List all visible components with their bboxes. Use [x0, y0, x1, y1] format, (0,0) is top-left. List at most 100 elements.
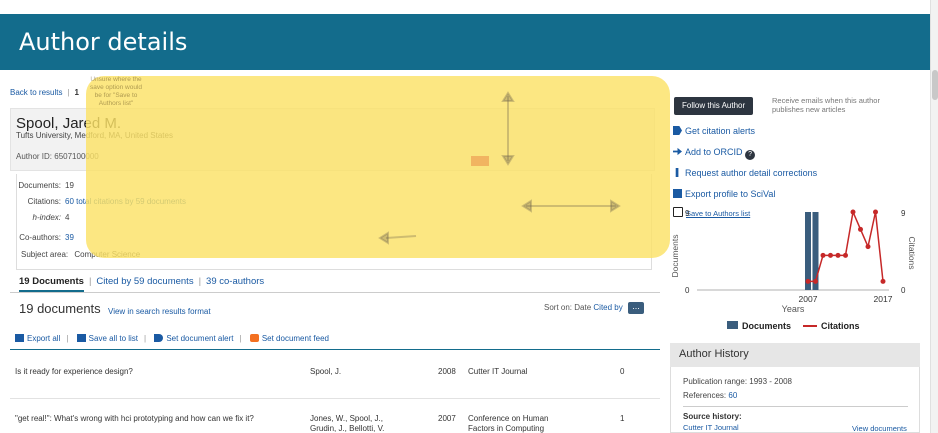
follow-author-button[interactable]: Follow this Author [674, 97, 754, 115]
divider [10, 349, 660, 350]
document-authors[interactable]: Jones, W., Spool, J., [310, 414, 383, 423]
page-header: Author details [0, 14, 930, 70]
point-citations-2017 [880, 278, 886, 284]
document-authors[interactable]: Spool, J. [310, 367, 341, 376]
follow-description: Receive emails when this author publishe… [772, 96, 880, 114]
source-history-label: Source history: [683, 412, 742, 421]
point-citations-2007 [805, 278, 811, 284]
result-index: 1 [74, 88, 79, 97]
alert-tag-icon [154, 334, 164, 342]
sort-cited-by[interactable]: Cited by [593, 303, 622, 312]
tag-icon [673, 126, 682, 135]
scrollbar-thumb[interactable] [932, 70, 938, 100]
document-source[interactable]: Cutter IT Journal [468, 367, 527, 376]
x-axis-label: Years [782, 304, 805, 314]
bar-documents-2008 [812, 212, 819, 290]
arrow-head [378, 231, 389, 245]
view-in-search-results-link[interactable]: View in search results format [108, 307, 211, 316]
point-citations-2008 [813, 278, 818, 284]
point-citations-2014 [858, 226, 863, 232]
add-to-orcid-link[interactable]: Add to ORCID ? [673, 147, 756, 160]
sort-date[interactable]: Date [574, 303, 591, 312]
sort-more-button[interactable]: ... [627, 302, 644, 314]
documents-count: 19 documents [19, 301, 101, 316]
document-actions: Export all | Save all to list | Set docume… [15, 334, 335, 343]
chart-legend: Documents Citations [727, 321, 860, 331]
hindex-value: 4 [65, 213, 70, 222]
pen-icon [675, 168, 679, 177]
legend-documents: Documents [742, 321, 792, 331]
export-icon [15, 334, 24, 342]
author-tabs: 19 Documents | Cited by 59 documents | 39 co… [19, 276, 264, 292]
publication-range: Publication range: 1993 - 2008 [683, 377, 792, 386]
view-documents-link[interactable]: View documents [852, 424, 907, 433]
y-tick-right-top: 9 [901, 209, 906, 218]
export-all-link[interactable]: Export all [27, 334, 60, 343]
x-tick-2017: 2017 [874, 294, 893, 304]
divider [10, 292, 660, 293]
sort-control: Sort on: Date Cited by ... [544, 302, 644, 314]
point-citations-2011 [835, 252, 841, 258]
annotation-overlay: Unsure where the save option would be fo… [86, 76, 670, 258]
get-citation-alerts-link[interactable]: Get citation alerts [673, 126, 755, 136]
request-corrections-link[interactable]: Request author detail corrections [673, 168, 817, 178]
references-count: References: 60 [683, 391, 738, 400]
export-to-scival-link[interactable]: Export profile to SciVal [673, 189, 775, 199]
back-to-results-link[interactable]: Back to results [10, 88, 62, 97]
legend-swatch-citations [803, 325, 818, 327]
scival-icon [673, 189, 682, 198]
point-citations-2015 [865, 244, 871, 250]
breadcrumb: Back to results | 1 [10, 88, 79, 97]
bar-documents-2007 [805, 212, 811, 290]
document-title[interactable]: Is it ready for experience design? [15, 367, 133, 376]
annotation-arrows [378, 91, 621, 245]
document-authors-cont[interactable]: Grudin, J., Bellotti, V. [310, 424, 384, 433]
document-cites: 0 [620, 367, 625, 376]
references-link[interactable]: 60 [728, 391, 737, 400]
rss-icon [249, 334, 259, 342]
set-document-feed-link[interactable]: Set document feed [262, 334, 329, 343]
coauthors-value[interactable]: 39 [65, 233, 74, 242]
document-year: 2008 [438, 367, 456, 376]
arrow-head [521, 199, 532, 213]
hindex-metric: h-index: 4 [32, 213, 70, 222]
document-year: 2007 [438, 414, 456, 423]
document-cites: 1 [620, 414, 625, 423]
divider [10, 398, 660, 399]
sort-label: Sort on: [544, 303, 573, 313]
scrollbar[interactable] [930, 0, 938, 433]
source-journal-link[interactable]: Cutter IT Journal [683, 423, 739, 432]
point-citations-2013 [850, 209, 856, 215]
arrow-head [501, 155, 515, 166]
arrow-icon [673, 147, 682, 156]
point-citations-2010 [828, 252, 833, 258]
document-source[interactable]: Conference on Human [468, 414, 549, 423]
y-tick-left-bottom: 0 [685, 286, 690, 295]
point-citations-2009 [820, 252, 826, 258]
arrow-head [501, 91, 515, 102]
save-icon [76, 334, 86, 342]
chart-plot-area: 9 0 9 0 2007 2017 Years Documents Citations [671, 209, 917, 314]
tab-documents[interactable]: 19 Documents [19, 276, 84, 292]
divider [683, 406, 908, 407]
save-all-to-list-link[interactable]: Save all to list [89, 334, 138, 343]
page-title: Author details [19, 28, 188, 56]
y-tick-right-bottom: 0 [901, 286, 906, 295]
y-tick-left-top: 9 [685, 209, 690, 218]
author-history-title: Author History [670, 343, 920, 367]
documents-metric: Documents: 19 [18, 181, 74, 190]
legend-swatch-documents [727, 321, 738, 329]
point-citations-2012 [843, 252, 848, 258]
separator: | [67, 88, 70, 97]
document-source-cont[interactable]: Factors in Computing [468, 424, 544, 433]
document-title[interactable]: "get real!": What's wrong with hci proto… [15, 414, 254, 423]
author-id-label: Author ID: [16, 152, 53, 161]
tab-cited-by[interactable]: Cited by 59 documents [96, 276, 193, 287]
help-icon[interactable]: ? [745, 150, 756, 160]
x-tick-2007: 2007 [799, 294, 818, 304]
documents-value: 19 [65, 181, 74, 190]
set-document-alert-link[interactable]: Set document alert [166, 334, 233, 343]
point-citations-2016 [873, 209, 878, 215]
tab-coauthors[interactable]: 39 co-authors [206, 276, 264, 287]
arrow-diagonal [385, 235, 417, 239]
